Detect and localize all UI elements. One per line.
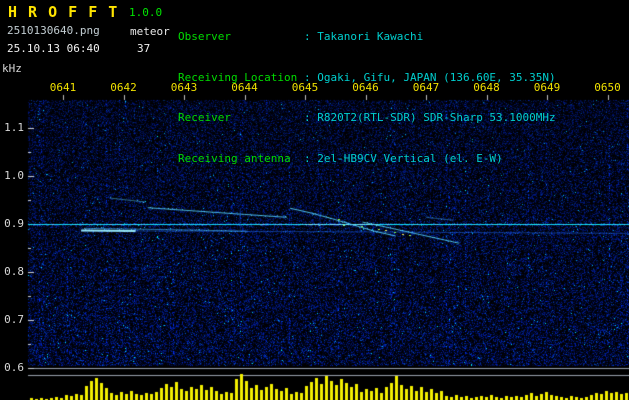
info-value-location: Ogaki, Gifu, JAPAN (136.60E, 35.35N) bbox=[304, 71, 556, 84]
echo-count: 37 bbox=[137, 42, 151, 55]
station-info: Observer Takanori Kawachi Receiving Locat… bbox=[178, 3, 556, 192]
info-value-antenna: 2el-HB9CV Vertical (el. E-W) bbox=[304, 152, 503, 165]
y-axis-unit-label: kHz bbox=[2, 62, 22, 75]
hrofft-screen: H R O F F T 1.0.0 2510130640.png meteor … bbox=[0, 0, 629, 400]
output-filename: 2510130640.png bbox=[7, 24, 100, 37]
observation-datetime: 25.10.13 06:40 bbox=[7, 42, 100, 55]
info-label-receiver: Receiver bbox=[178, 111, 231, 124]
info-value-receiver: R820T2(RTL-SDR) SDR-Sharp 53.1000MHz bbox=[304, 111, 556, 124]
info-value-observer: Takanori Kawachi bbox=[304, 30, 423, 43]
info-row-observer: Observer Takanori Kawachi bbox=[178, 30, 556, 44]
info-row-receiver: Receiver R820T2(RTL-SDR) SDR-Sharp 53.100… bbox=[178, 111, 556, 125]
info-label-location: Receiving Location bbox=[178, 70, 298, 84]
info-label-antenna: Receiving antenna bbox=[178, 151, 291, 165]
observation-mode-label: meteor bbox=[130, 25, 170, 38]
app-title: H R O F F T bbox=[8, 3, 119, 21]
info-label-observer: Observer bbox=[178, 30, 231, 43]
app-version: 1.0.0 bbox=[129, 6, 163, 19]
info-row-location: Receiving Location Ogaki, Gifu, JAPAN (13… bbox=[178, 71, 556, 85]
info-row-antenna: Receiving antenna 2el-HB9CV Vertical (el.… bbox=[178, 152, 556, 166]
